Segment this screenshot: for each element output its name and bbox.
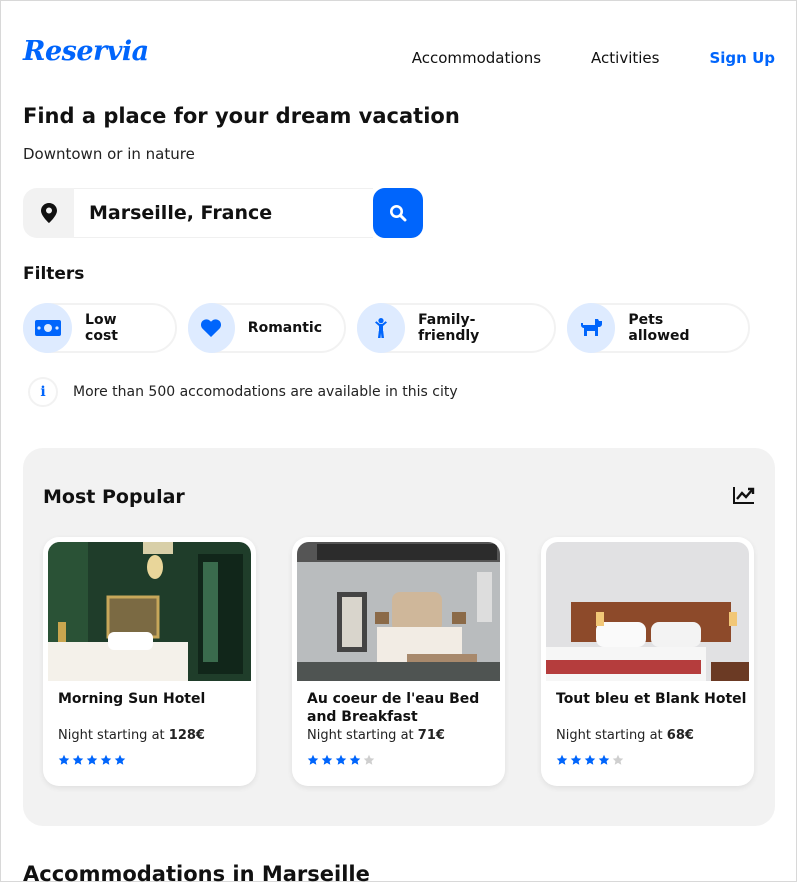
filter-family-friendly[interactable]: Family-friendly: [357, 303, 556, 353]
child-icon: [357, 303, 406, 353]
info-text: More than 500 accomodations are availabl…: [73, 384, 458, 400]
star-rating: [58, 754, 251, 766]
filter-low-cost[interactable]: Low cost: [23, 303, 177, 353]
filter-label: Pets allowed: [628, 312, 690, 344]
hotel-photo: [297, 542, 500, 681]
hotel-name: Tout bleu et Blank Hotel: [556, 691, 747, 707]
popular-cards: Morning Sun Hotel Night starting at 128€: [43, 537, 754, 786]
hotel-card[interactable]: Tout bleu et Blank Hotel Night starting …: [541, 537, 754, 786]
star-filled-icon: [321, 754, 333, 765]
star-filled-icon: [86, 754, 98, 765]
hotel-price: Night starting at 128€: [58, 728, 205, 743]
signup-link[interactable]: Sign Up: [709, 49, 775, 67]
info-banner: i More than 500 accomodations are availa…: [28, 377, 458, 407]
page-subtitle: Downtown or in nature: [23, 145, 195, 163]
most-popular-section: Most Popular Morning Sun Hotel Night sta…: [23, 448, 775, 826]
star-filled-icon: [114, 754, 126, 765]
star-filled-icon: [58, 754, 70, 765]
main-nav: Accommodations Activities Sign Up: [412, 49, 775, 67]
dog-icon: [567, 303, 616, 353]
money-icon: [23, 303, 73, 353]
page-title: Find a place for your dream vacation: [23, 104, 460, 128]
star-filled-icon: [307, 754, 319, 765]
map-pin-icon: [23, 188, 74, 238]
star-filled-icon: [556, 754, 568, 765]
logo[interactable]: Reservia: [23, 36, 149, 67]
filters-title: Filters: [23, 264, 85, 284]
star-filled-icon: [72, 754, 84, 765]
star-filled-icon: [598, 754, 610, 765]
nav-activities[interactable]: Activities: [591, 49, 659, 67]
hotel-price: Night starting at 68€: [556, 728, 694, 743]
accommodations-title: Accommodations in Marseille: [23, 862, 370, 882]
star-rating: [556, 754, 749, 766]
search-button[interactable]: [373, 188, 423, 238]
star-rating: [307, 754, 500, 766]
heart-icon: [188, 303, 235, 353]
info-icon: i: [28, 377, 58, 407]
hotel-card[interactable]: Morning Sun Hotel Night starting at 128€: [43, 537, 256, 786]
hotel-name: Morning Sun Hotel: [58, 691, 206, 707]
trend-chart-icon[interactable]: [733, 486, 755, 508]
filter-pets-allowed[interactable]: Pets allowed: [567, 303, 750, 353]
filter-label: Low cost: [85, 312, 118, 344]
hotel-photo: [48, 542, 251, 681]
star-filled-icon: [349, 754, 361, 765]
filter-label: Romantic: [247, 320, 322, 336]
filter-label: Family-friendly: [418, 312, 480, 344]
star-empty-icon: [363, 754, 375, 765]
nav-accommodations[interactable]: Accommodations: [412, 49, 541, 67]
filter-chips: Low cost Romantic Family-friendly Pets a…: [23, 303, 750, 353]
star-filled-icon: [570, 754, 582, 765]
search-bar: [23, 188, 423, 238]
star-filled-icon: [584, 754, 596, 765]
header: Reservia Accommodations Activities Sign …: [23, 36, 775, 76]
hotel-photo: [546, 542, 749, 681]
star-empty-icon: [612, 754, 624, 765]
star-filled-icon: [335, 754, 347, 765]
star-filled-icon: [100, 754, 112, 765]
filter-romantic[interactable]: Romantic: [188, 303, 346, 353]
search-icon: [390, 205, 407, 222]
search-input[interactable]: [74, 188, 373, 238]
hotel-price: Night starting at 71€: [307, 728, 445, 743]
hotel-card[interactable]: Au coeur de l'eau Bed and Breakfast Nigh…: [292, 537, 505, 786]
hotel-name: Au coeur de l'eau Bed and Breakfast: [307, 691, 480, 725]
section-title: Most Popular: [43, 486, 185, 508]
